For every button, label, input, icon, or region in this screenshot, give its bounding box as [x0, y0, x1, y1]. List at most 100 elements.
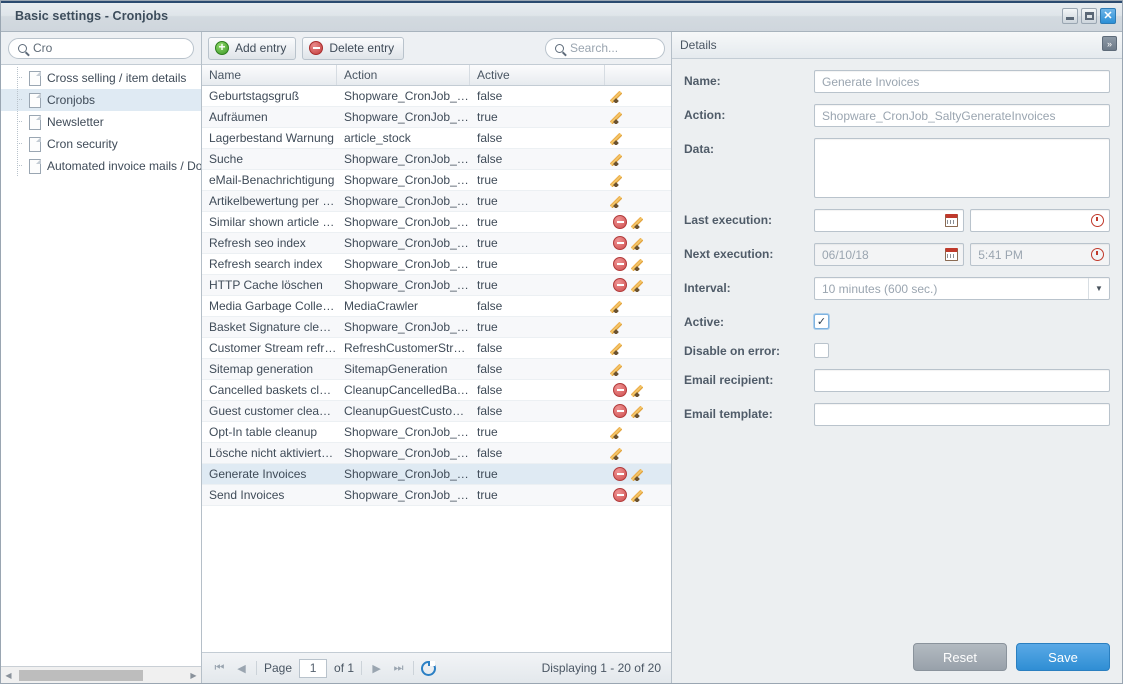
sidebar-item-cross-selling-item-details[interactable]: Cross selling / item details — [1, 67, 201, 89]
edit-row-icon[interactable] — [634, 278, 648, 292]
interval-select[interactable]: 10 minutes (600 sec.) ▼ — [814, 277, 1110, 300]
edit-row-icon[interactable] — [634, 383, 648, 397]
table-row[interactable]: Refresh search indexShopware_CronJob_…tr… — [202, 254, 671, 275]
next-page-icon[interactable]: ▶ — [369, 661, 384, 676]
scroll-thumb[interactable] — [19, 670, 143, 681]
table-row[interactable]: Guest customer cleanupCleanupGuestCustom… — [202, 401, 671, 422]
edit-row-icon[interactable] — [613, 173, 627, 187]
delete-row-icon[interactable] — [613, 404, 627, 418]
edit-row-icon[interactable] — [613, 89, 627, 103]
clock-icon[interactable] — [1091, 248, 1104, 261]
table-row[interactable]: Artikelbewertung per …Shopware_CronJob_…… — [202, 191, 671, 212]
column-header-action[interactable]: Action — [337, 65, 470, 85]
edit-row-icon[interactable] — [634, 404, 648, 418]
next-execution-time-field[interactable]: 5:41 PM — [970, 243, 1110, 266]
active-checkbox[interactable]: ✓ — [814, 314, 829, 329]
sidebar-item-automated-invoice-mails-downlo[interactable]: Automated invoice mails / Downlo — [1, 155, 201, 177]
disable-on-error-checkbox[interactable] — [814, 343, 829, 358]
edit-row-icon[interactable] — [634, 257, 648, 271]
edit-row-icon[interactable] — [634, 488, 648, 502]
cell-name: Suche — [202, 152, 337, 166]
sidebar-item-newsletter[interactable]: Newsletter — [1, 111, 201, 133]
collapse-panel-button[interactable]: » — [1102, 36, 1117, 51]
table-row[interactable]: Opt-In table cleanupShopware_CronJob_…tr… — [202, 422, 671, 443]
column-header-active[interactable]: Active — [470, 65, 605, 85]
cell-action: Shopware_CronJob_… — [337, 89, 470, 103]
delete-row-icon[interactable] — [613, 488, 627, 502]
close-button[interactable]: ✕ — [1100, 8, 1116, 24]
save-button[interactable]: Save — [1016, 643, 1110, 671]
scroll-right-icon[interactable]: ▶ — [186, 668, 201, 683]
last-page-icon[interactable]: ⏭ — [391, 661, 406, 676]
table-row[interactable]: Lagerbestand Warnungarticle_stockfalse — [202, 128, 671, 149]
scroll-left-icon[interactable]: ◀ — [1, 668, 16, 683]
action-field[interactable]: Shopware_CronJob_SaltyGenerateInvoices — [814, 104, 1110, 127]
table-row[interactable]: Lösche nicht aktivierte…Shopware_CronJob… — [202, 443, 671, 464]
next-execution-date-value: 06/10/18 — [822, 248, 869, 262]
sidebar-item-cronjobs[interactable]: Cronjobs — [1, 89, 201, 111]
table-row[interactable]: Sitemap generationSitemapGenerationfalse — [202, 359, 671, 380]
table-row[interactable]: eMail-BenachrichtigungShopware_CronJob_…… — [202, 170, 671, 191]
next-execution-date-field[interactable]: 06/10/18 — [814, 243, 964, 266]
table-row[interactable]: Send InvoicesShopware_CronJob_…true — [202, 485, 671, 506]
table-row[interactable]: AufräumenShopware_CronJob_…true — [202, 107, 671, 128]
edit-row-icon[interactable] — [613, 131, 627, 145]
last-execution-time-field[interactable] — [970, 209, 1110, 232]
calendar-icon[interactable] — [945, 248, 958, 261]
grid-search-input[interactable]: Search... — [545, 38, 665, 59]
table-row[interactable]: Similar shown article r…Shopware_CronJob… — [202, 212, 671, 233]
sidebar-horizontal-scrollbar[interactable]: ◀ ▶ — [1, 666, 201, 683]
delete-row-icon[interactable] — [613, 257, 627, 271]
edit-row-icon[interactable] — [634, 215, 648, 229]
edit-row-icon[interactable] — [613, 446, 627, 460]
scroll-track[interactable] — [16, 668, 186, 683]
add-entry-button[interactable]: + Add entry — [208, 37, 296, 60]
email-template-field[interactable] — [814, 403, 1110, 426]
delete-entry-button[interactable]: Delete entry — [302, 37, 404, 60]
table-row[interactable]: Media Garbage Collec…MediaCrawlerfalse — [202, 296, 671, 317]
page-number-input[interactable]: 1 — [299, 659, 327, 678]
reset-button[interactable]: Reset — [913, 643, 1007, 671]
minimize-button[interactable] — [1062, 8, 1078, 24]
clock-icon[interactable] — [1091, 214, 1104, 227]
maximize-button[interactable] — [1081, 8, 1097, 24]
table-row[interactable]: Basket Signature clea…Shopware_CronJob_…… — [202, 317, 671, 338]
delete-row-icon[interactable] — [613, 215, 627, 229]
cell-actions — [605, 341, 670, 355]
field-row-data: Data: — [684, 138, 1110, 198]
delete-row-icon[interactable] — [613, 383, 627, 397]
email-recipient-field[interactable] — [814, 369, 1110, 392]
edit-row-icon[interactable] — [613, 152, 627, 166]
delete-row-icon[interactable] — [613, 467, 627, 481]
edit-row-icon[interactable] — [613, 110, 627, 124]
delete-entry-label: Delete entry — [329, 41, 394, 55]
calendar-icon[interactable] — [945, 214, 958, 227]
refresh-icon[interactable] — [421, 661, 436, 676]
chevron-down-icon[interactable]: ▼ — [1088, 278, 1109, 299]
delete-row-icon[interactable] — [613, 278, 627, 292]
last-execution-date-field[interactable] — [814, 209, 964, 232]
name-field[interactable]: Generate Invoices — [814, 70, 1110, 93]
table-row[interactable]: SucheShopware_CronJob_…false — [202, 149, 671, 170]
delete-row-icon[interactable] — [613, 236, 627, 250]
edit-row-icon[interactable] — [613, 299, 627, 313]
data-textarea[interactable] — [814, 138, 1110, 198]
table-row[interactable]: GeburtstagsgrußShopware_CronJob_…false — [202, 86, 671, 107]
edit-row-icon[interactable] — [613, 362, 627, 376]
table-row[interactable]: HTTP Cache löschenShopware_CronJob_…true — [202, 275, 671, 296]
sidebar-search-input[interactable]: Cro — [8, 38, 194, 59]
edit-row-icon[interactable] — [634, 236, 648, 250]
table-row[interactable]: Refresh seo indexShopware_CronJob_…true — [202, 233, 671, 254]
sidebar-item-cron-security[interactable]: Cron security — [1, 133, 201, 155]
table-row[interactable]: Cancelled baskets cle…CleanupCancelledBa… — [202, 380, 671, 401]
table-row[interactable]: Customer Stream refr…RefreshCustomerStre… — [202, 338, 671, 359]
table-row[interactable]: Generate InvoicesShopware_CronJob_…true — [202, 464, 671, 485]
edit-row-icon[interactable] — [613, 194, 627, 208]
edit-row-icon[interactable] — [613, 341, 627, 355]
edit-row-icon[interactable] — [613, 425, 627, 439]
edit-row-icon[interactable] — [613, 320, 627, 334]
column-header-name[interactable]: Name — [202, 65, 337, 85]
first-page-icon[interactable]: ⏮ — [212, 661, 227, 676]
edit-row-icon[interactable] — [634, 467, 648, 481]
prev-page-icon[interactable]: ◀ — [234, 661, 249, 676]
